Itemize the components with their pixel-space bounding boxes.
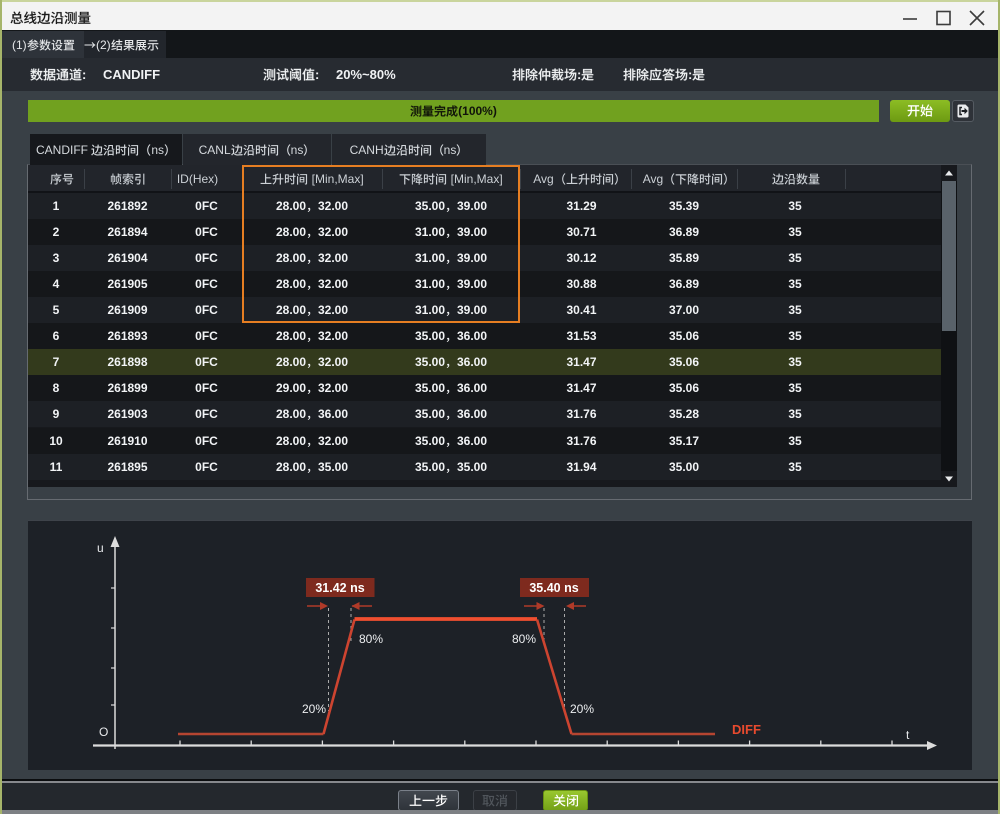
svg-text:31.42 ns: 31.42 ns (315, 581, 364, 595)
svg-text:20%: 20% (570, 702, 594, 716)
svg-text:80%: 80% (359, 632, 383, 646)
svg-text:u: u (97, 541, 104, 555)
svg-text:DIFF: DIFF (732, 722, 761, 737)
svg-text:t: t (906, 728, 910, 742)
svg-text:O: O (99, 725, 108, 739)
svg-text:80%: 80% (512, 632, 536, 646)
svg-text:35.40 ns: 35.40 ns (529, 581, 578, 595)
svg-text:20%: 20% (302, 702, 326, 716)
